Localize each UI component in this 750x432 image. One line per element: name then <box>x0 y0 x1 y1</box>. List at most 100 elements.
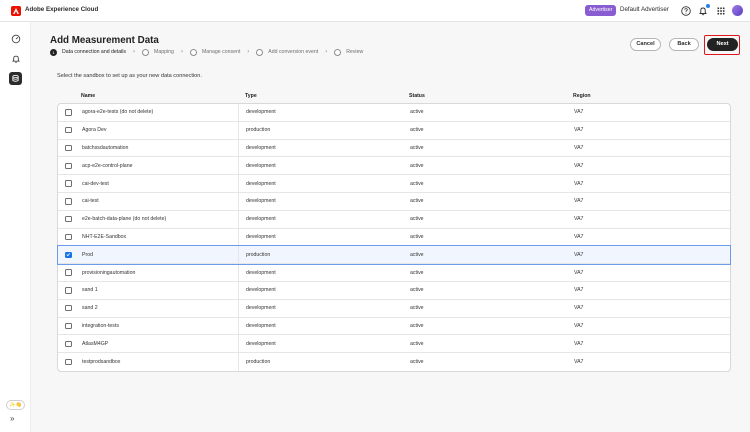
table-row[interactable]: AtlasM4GP development active VA7 <box>58 335 730 354</box>
role-badge: Advertiser <box>585 5 617 16</box>
step-label: Data connection and details <box>62 49 127 55</box>
data-source-icon[interactable] <box>9 72 22 85</box>
cell-status: active <box>410 287 424 294</box>
page-title: Add Measurement Data <box>50 35 159 46</box>
ai-assistant-button[interactable]: ✨👋 <box>6 400 25 410</box>
table-row[interactable]: cai-test development active VA7 <box>58 192 730 211</box>
table-row[interactable]: Prod production active VA7 <box>57 245 731 266</box>
cell-name: cai-dev-test <box>82 175 239 192</box>
cancel-button[interactable]: Cancel <box>630 38 661 51</box>
cell-region: VA7 <box>574 127 584 134</box>
step-label: Manage consent <box>201 49 241 55</box>
row-select-cell[interactable] <box>58 215 82 223</box>
checkbox[interactable] <box>65 340 72 347</box>
checkbox[interactable] <box>65 180 72 187</box>
row-select-cell[interactable] <box>58 198 82 205</box>
checkbox-checked-icon[interactable] <box>65 251 72 259</box>
cell-status: active <box>410 162 424 169</box>
row-select-cell[interactable] <box>58 126 82 134</box>
help-icon[interactable] <box>680 5 692 17</box>
row-select-cell[interactable] <box>58 162 82 170</box>
notification-dot <box>706 4 710 8</box>
adobe-logo-icon[interactable] <box>11 6 21 16</box>
top-bar: Adobe Experience Cloud Advertiser Defaul… <box>0 0 750 22</box>
table-row[interactable]: Agora Dev production active VA7 <box>58 121 730 140</box>
checkbox[interactable] <box>65 322 72 330</box>
sandbox-table: Name Type Status Region agora-e2e-tests … <box>57 88 731 372</box>
table-row[interactable]: e2e-batch-data-plane (do not delete) deve… <box>58 210 730 229</box>
checkbox[interactable] <box>65 215 72 223</box>
cell-region: VA7 <box>574 109 584 116</box>
back-button[interactable]: Back <box>669 38 699 51</box>
checkbox[interactable] <box>65 287 72 294</box>
row-select-cell[interactable] <box>58 304 82 312</box>
column-header-status[interactable]: Status <box>402 93 566 99</box>
table-row[interactable]: batchssdautomation development active VA7 <box>58 139 730 158</box>
cell-type: development <box>246 144 276 151</box>
table-body: agora-e2e-tests (do not delete) developme… <box>57 103 731 372</box>
cell-name: provisioningautomation <box>82 264 239 281</box>
cell-type: production <box>246 359 271 366</box>
row-select-cell[interactable] <box>58 358 82 366</box>
table-row[interactable]: integration-tests development active VA7 <box>58 317 730 336</box>
cell-status: active <box>410 109 424 116</box>
cell-name: Agora Dev <box>82 121 239 139</box>
column-header-name[interactable]: Name <box>57 93 238 99</box>
checkbox[interactable] <box>65 233 72 241</box>
cell-type: development <box>246 269 276 276</box>
checkbox[interactable] <box>65 126 72 134</box>
app-title[interactable]: Adobe Experience Cloud <box>25 6 98 13</box>
table-row[interactable]: NHT-E2E-Sandbox development active VA7 <box>58 228 730 247</box>
table-row[interactable]: agora-e2e-tests (do not delete) developme… <box>58 104 730 122</box>
bell-outline-icon[interactable] <box>9 52 22 65</box>
row-select-cell[interactable] <box>58 144 82 152</box>
column-header-region[interactable]: Region <box>566 93 726 99</box>
row-select-cell[interactable] <box>58 109 82 116</box>
row-select-cell[interactable] <box>58 180 82 187</box>
cell-name: e2e-batch-data-plane (do not delete) <box>82 210 239 228</box>
cell-region: VA7 <box>574 198 584 205</box>
row-select-cell[interactable] <box>58 322 82 330</box>
cell-region: VA7 <box>574 216 584 223</box>
row-select-cell[interactable] <box>58 340 82 347</box>
checkbox[interactable] <box>65 144 72 152</box>
step-add-conversion-event: Add conversion event <box>256 48 318 56</box>
cell-name: AtlasM4GP <box>82 335 239 353</box>
checkbox[interactable] <box>65 304 72 312</box>
table-row[interactable]: acp-e2e-control-plane development active VA… <box>58 157 730 176</box>
cell-region: VA7 <box>574 305 584 312</box>
cell-region: VA7 <box>574 251 584 258</box>
step-label: Review <box>346 49 364 55</box>
row-select-cell[interactable] <box>58 251 82 259</box>
cell-region: VA7 <box>574 340 584 347</box>
checkbox[interactable] <box>65 269 72 276</box>
intro-text: Select the sandbox to set up as your new… <box>57 73 202 79</box>
gauge-icon[interactable] <box>9 32 22 45</box>
apps-grid-icon[interactable] <box>715 5 727 17</box>
checkbox[interactable] <box>65 109 72 116</box>
checkbox[interactable] <box>65 198 72 205</box>
table-row[interactable]: testprodsandbox production active VA7 <box>58 353 730 371</box>
checkbox[interactable] <box>65 358 72 366</box>
table-row[interactable]: sand 1 development active VA7 <box>58 281 730 300</box>
table-row[interactable]: provisioningautomation development active V… <box>58 264 730 282</box>
step-mapping: Mapping <box>142 48 174 56</box>
cell-type: development <box>246 233 276 240</box>
chevron-right-icon: › <box>180 49 183 55</box>
step-pending-icon <box>334 48 342 56</box>
row-select-cell[interactable] <box>58 287 82 294</box>
cell-type: development <box>246 340 276 347</box>
org-switcher[interactable]: Default Advertiser <box>620 6 669 13</box>
table-row[interactable]: cai-dev-test development active VA7 <box>58 175 730 193</box>
column-header-type[interactable]: Type <box>238 93 402 99</box>
table-row[interactable]: sand 2 development active VA7 <box>58 299 730 318</box>
user-avatar[interactable] <box>732 5 743 16</box>
cell-status: active <box>410 269 424 276</box>
checkbox[interactable] <box>65 162 72 170</box>
cell-type: production <box>246 251 271 258</box>
cell-name: sand 1 <box>82 281 239 299</box>
row-select-cell[interactable] <box>58 233 82 241</box>
expand-rail-icon[interactable]: » <box>10 414 14 423</box>
cell-type: development <box>246 216 276 223</box>
row-select-cell[interactable] <box>58 269 82 276</box>
